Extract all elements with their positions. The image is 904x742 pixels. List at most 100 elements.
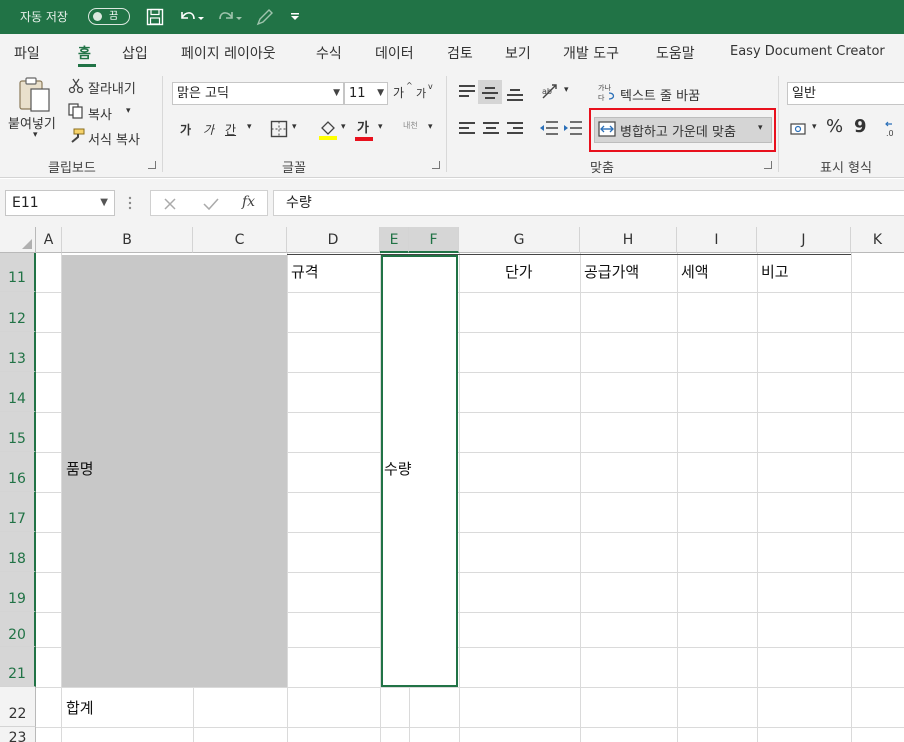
customize-quick-access-icon[interactable] bbox=[290, 12, 300, 22]
name-box[interactable]: E11 ▼ bbox=[5, 190, 115, 216]
tab-developer[interactable]: 개발 도구 bbox=[563, 43, 619, 63]
cut-button[interactable]: 잘라내기 bbox=[88, 78, 136, 97]
column-header-f[interactable]: F bbox=[409, 227, 459, 253]
phonetic-guide-button[interactable]: 내천 bbox=[403, 120, 418, 131]
pen-icon[interactable] bbox=[255, 8, 275, 26]
merged-cell-b11-c21[interactable] bbox=[62, 255, 287, 687]
gridline bbox=[677, 253, 678, 742]
row-header-22[interactable]: 22 bbox=[0, 687, 36, 727]
copy-dropdown-icon[interactable]: ▾ bbox=[126, 106, 131, 116]
column-header-d[interactable]: D bbox=[287, 227, 380, 253]
column-header-c[interactable]: C bbox=[193, 227, 287, 253]
tab-review[interactable]: 검토 bbox=[447, 43, 473, 63]
percent-style-button[interactable]: % bbox=[826, 116, 843, 137]
clipboard-launcher-icon[interactable] bbox=[148, 161, 156, 169]
row-header-12[interactable]: 12 bbox=[0, 292, 36, 332]
column-header-b[interactable]: B bbox=[62, 227, 193, 253]
enter-check-icon[interactable] bbox=[203, 197, 219, 211]
tab-easy-document-creator[interactable]: Easy Document Creator bbox=[730, 44, 885, 59]
orientation-icon[interactable]: ab bbox=[540, 82, 564, 102]
decrease-indent-icon[interactable] bbox=[539, 120, 559, 136]
tab-formulas[interactable]: 수식 bbox=[316, 43, 342, 63]
alignment-launcher-icon[interactable] bbox=[764, 161, 772, 169]
paste-dropdown-icon[interactable]: ▾ bbox=[33, 130, 38, 140]
tab-view[interactable]: 보기 bbox=[505, 43, 531, 63]
align-right-icon[interactable] bbox=[507, 119, 523, 137]
increase-indent-icon[interactable] bbox=[563, 120, 583, 136]
column-header-h[interactable]: H bbox=[580, 227, 677, 253]
accounting-format-icon[interactable] bbox=[790, 121, 810, 137]
select-all-corner[interactable] bbox=[0, 227, 36, 253]
tab-page-layout[interactable]: 페이지 레이아웃 bbox=[181, 43, 276, 63]
font-launcher-icon[interactable] bbox=[432, 161, 440, 169]
gridline bbox=[36, 687, 904, 688]
align-center-icon[interactable] bbox=[483, 119, 499, 137]
orientation-dropdown-icon[interactable]: ▾ bbox=[564, 85, 569, 95]
tab-file[interactable]: 파일 bbox=[14, 43, 40, 63]
bold-button[interactable]: 가 bbox=[180, 121, 191, 138]
align-bottom-icon[interactable] bbox=[507, 86, 523, 104]
row-header-21[interactable]: 21 bbox=[0, 647, 36, 687]
cell-g11-unit-price: 단가 bbox=[505, 263, 533, 281]
comma-style-button[interactable]: 9 bbox=[854, 116, 867, 137]
borders-icon[interactable] bbox=[270, 120, 288, 138]
row-header-16[interactable]: 16 bbox=[0, 452, 36, 492]
shrink-font-button[interactable]: 가 bbox=[416, 85, 426, 101]
clipboard-group-label: 클립보드 bbox=[48, 161, 96, 176]
column-header-j[interactable]: J bbox=[757, 227, 851, 253]
column-header-g[interactable]: G bbox=[459, 227, 580, 253]
worksheet-grid[interactable]: A B C D E F G H I J K 11 12 13 14 15 16 … bbox=[0, 227, 904, 742]
row-header-13[interactable]: 13 bbox=[0, 332, 36, 372]
copy-button[interactable]: 복사 bbox=[88, 104, 112, 123]
phonetic-dropdown-icon[interactable]: ▾ bbox=[428, 122, 433, 132]
column-header-i[interactable]: I bbox=[677, 227, 757, 253]
italic-button[interactable]: 가 bbox=[203, 121, 214, 138]
underline-button[interactable]: 간 bbox=[225, 121, 236, 138]
increase-decimal-icon[interactable]: .0 bbox=[884, 120, 904, 138]
font-name-combo[interactable]: 맑은 고딕 ▼ bbox=[172, 82, 344, 105]
formula-input[interactable]: 수량 bbox=[273, 190, 904, 216]
row-header-23[interactable]: 23 bbox=[0, 727, 36, 742]
row-header-19[interactable]: 19 bbox=[0, 572, 36, 612]
column-header-k[interactable]: K bbox=[851, 227, 904, 253]
name-box-value: E11 bbox=[12, 195, 39, 211]
autosave-toggle[interactable]: 끔 bbox=[88, 8, 130, 25]
accounting-dropdown-icon[interactable]: ▾ bbox=[812, 122, 817, 132]
redo-icon[interactable] bbox=[216, 8, 242, 26]
underline-dropdown-icon[interactable]: ▾ bbox=[247, 122, 252, 132]
font-color-button[interactable]: 가 bbox=[357, 117, 369, 136]
tab-home[interactable]: 홈 bbox=[78, 43, 91, 63]
cell-d11-spec: 규격 bbox=[291, 263, 319, 281]
grow-font-button[interactable]: 가 bbox=[393, 84, 404, 101]
paste-icon[interactable] bbox=[18, 76, 52, 114]
undo-icon[interactable] bbox=[178, 8, 204, 26]
font-size-combo[interactable]: 11 ▼ bbox=[344, 82, 388, 105]
fill-color-icon[interactable] bbox=[318, 118, 338, 140]
insert-function-button[interactable]: fx bbox=[242, 194, 255, 210]
align-left-icon[interactable] bbox=[459, 119, 475, 137]
wrap-text-button[interactable]: 텍스트 줄 바꿈 bbox=[620, 85, 700, 104]
format-painter-button[interactable]: 서식 복사 bbox=[88, 129, 140, 148]
row-header-20[interactable]: 20 bbox=[0, 612, 36, 647]
cancel-icon[interactable] bbox=[163, 197, 177, 211]
row-header-14[interactable]: 14 bbox=[0, 372, 36, 412]
fill-color-dropdown-icon[interactable]: ▾ bbox=[341, 122, 346, 132]
column-header-e[interactable]: E bbox=[380, 227, 409, 253]
borders-dropdown-icon[interactable]: ▾ bbox=[292, 122, 297, 132]
formula-bar-handle-icon[interactable] bbox=[126, 195, 134, 211]
tab-insert[interactable]: 삽입 bbox=[122, 43, 148, 63]
column-header-a[interactable]: A bbox=[36, 227, 62, 253]
tab-data[interactable]: 데이터 bbox=[375, 43, 414, 63]
row-header-15[interactable]: 15 bbox=[0, 412, 36, 452]
number-format-combo[interactable]: 일반 bbox=[787, 82, 904, 105]
paste-button[interactable]: 붙여넣기 bbox=[8, 113, 56, 132]
align-top-icon[interactable] bbox=[459, 82, 475, 100]
row-header-11[interactable]: 11 bbox=[0, 253, 36, 292]
tab-help[interactable]: 도움말 bbox=[656, 43, 695, 63]
alignment-group-label: 맞춤 bbox=[590, 161, 614, 176]
align-middle-icon[interactable] bbox=[482, 84, 498, 102]
row-header-18[interactable]: 18 bbox=[0, 532, 36, 572]
font-color-dropdown-icon[interactable]: ▾ bbox=[378, 122, 383, 132]
row-header-17[interactable]: 17 bbox=[0, 492, 36, 532]
save-icon[interactable] bbox=[146, 8, 164, 26]
